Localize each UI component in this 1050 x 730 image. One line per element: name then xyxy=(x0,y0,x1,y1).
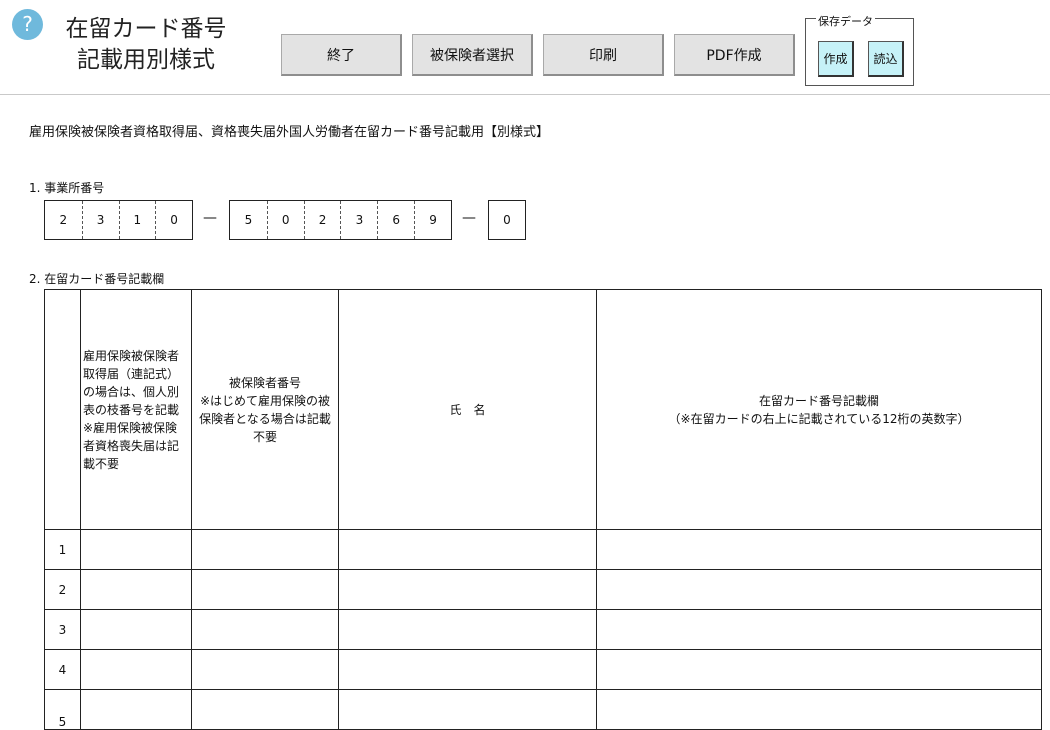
office-digit[interactable]: 0 xyxy=(155,201,192,239)
save-load-button[interactable]: 読込 xyxy=(868,41,904,77)
office-digit[interactable]: 3 xyxy=(340,201,377,239)
insured-number-cell[interactable] xyxy=(191,649,339,690)
name-cell[interactable] xyxy=(338,609,597,650)
branch-number-cell[interactable] xyxy=(80,569,192,610)
name-cell[interactable] xyxy=(338,569,597,610)
card-number-cell[interactable] xyxy=(596,689,1042,730)
header-branch-number-text: 雇用保険被保険者取得届（連記式）の場合は、個人別表の枝番号を記載 ※雇用保険被保… xyxy=(83,348,180,471)
row-number: 5 xyxy=(44,689,81,730)
office-number-part1[interactable]: 2 3 1 0 xyxy=(44,200,193,240)
row-number: 3 xyxy=(44,609,81,650)
table-row: 2 xyxy=(44,569,1042,610)
office-digit[interactable]: 0 xyxy=(266,201,304,239)
row-number: 1 xyxy=(44,529,81,570)
branch-number-cell[interactable] xyxy=(80,689,192,730)
save-create-button[interactable]: 作成 xyxy=(818,41,854,77)
card-number-cell[interactable] xyxy=(596,569,1042,610)
office-number-part3[interactable]: 0 xyxy=(488,200,526,240)
office-digit[interactable]: 2 xyxy=(303,201,341,239)
separator-2: — xyxy=(462,210,476,226)
header-name-text: 氏 名 xyxy=(449,402,486,417)
insured-number-cell[interactable] xyxy=(191,689,339,730)
form-heading: 雇用保険被保険者資格取得届、資格喪失届外国人労働者在留カード番号記載用【別様式】 xyxy=(29,125,550,140)
insured-number-cell[interactable] xyxy=(191,569,339,610)
card-number-cell[interactable] xyxy=(596,529,1042,570)
office-number-part2[interactable]: 5 0 2 3 6 9 xyxy=(229,200,452,240)
name-cell[interactable] xyxy=(338,649,597,690)
print-button[interactable]: 印刷 xyxy=(543,34,664,76)
title-line-2: 記載用別様式 xyxy=(77,47,215,73)
office-digit[interactable]: 5 xyxy=(230,201,267,239)
header-card-number: 在留カード番号記載欄 （※在留カードの右上に記載されている12桁の英数字） xyxy=(596,289,1042,530)
branch-number-cell[interactable] xyxy=(80,529,192,570)
exit-button[interactable]: 終了 xyxy=(281,34,402,76)
office-digit[interactable]: 6 xyxy=(377,201,414,239)
save-data-label: 保存データ xyxy=(816,15,875,28)
header-insured-number: 被保険者番号 ※はじめて雇用保険の被保険者となる場合は記載不要 xyxy=(191,289,339,530)
card-number-cell[interactable] xyxy=(596,649,1042,690)
header-empty-cell xyxy=(44,289,81,530)
residence-card-table: 雇用保険被保険者取得届（連記式）の場合は、個人別表の枝番号を記載 ※雇用保険被保… xyxy=(44,289,1042,730)
title-line-1: 在留カード番号 xyxy=(65,16,227,42)
row-number: 4 xyxy=(44,649,81,690)
pdf-create-button[interactable]: PDF作成 xyxy=(674,34,795,76)
separator-1: — xyxy=(203,210,217,226)
help-icon[interactable]: ? xyxy=(12,9,43,40)
table-header-row: 雇用保険被保険者取得届（連記式）の場合は、個人別表の枝番号を記載 ※雇用保険被保… xyxy=(44,289,1042,530)
table-row: 1 xyxy=(44,529,1042,570)
header-divider xyxy=(0,94,1050,95)
branch-number-cell[interactable] xyxy=(80,609,192,650)
office-digit[interactable]: 3 xyxy=(81,201,119,239)
name-cell[interactable] xyxy=(338,529,597,570)
select-insured-button[interactable]: 被保険者選択 xyxy=(412,34,533,76)
page-title: 在留カード番号 記載用別様式 xyxy=(56,14,236,76)
branch-number-cell[interactable] xyxy=(80,649,192,690)
insured-number-cell[interactable] xyxy=(191,529,339,570)
header-name: 氏 名 xyxy=(338,289,597,530)
table-row: 5 xyxy=(44,689,1042,730)
section2-label: 2. 在留カード番号記載欄 xyxy=(29,272,165,286)
name-cell[interactable] xyxy=(338,689,597,730)
header-insured-number-text: 被保険者番号 ※はじめて雇用保険の被保険者となる場合は記載不要 xyxy=(199,375,331,444)
row-number: 2 xyxy=(44,569,81,610)
office-digit[interactable]: 0 xyxy=(489,201,525,239)
table-row: 3 xyxy=(44,609,1042,650)
office-digit[interactable]: 2 xyxy=(45,201,82,239)
header-branch-number: 雇用保険被保険者取得届（連記式）の場合は、個人別表の枝番号を記載 ※雇用保険被保… xyxy=(80,289,192,530)
save-data-group: 保存データ 作成 読込 xyxy=(805,15,914,86)
header-card-number-text: 在留カード番号記載欄 （※在留カードの右上に記載されている12桁の英数字） xyxy=(668,393,970,426)
card-number-cell[interactable] xyxy=(596,609,1042,650)
table-row: 4 xyxy=(44,649,1042,690)
office-digit[interactable]: 1 xyxy=(118,201,156,239)
section1-label: 1. 事業所番号 xyxy=(29,181,105,195)
office-digit[interactable]: 9 xyxy=(414,201,451,239)
insured-number-cell[interactable] xyxy=(191,609,339,650)
